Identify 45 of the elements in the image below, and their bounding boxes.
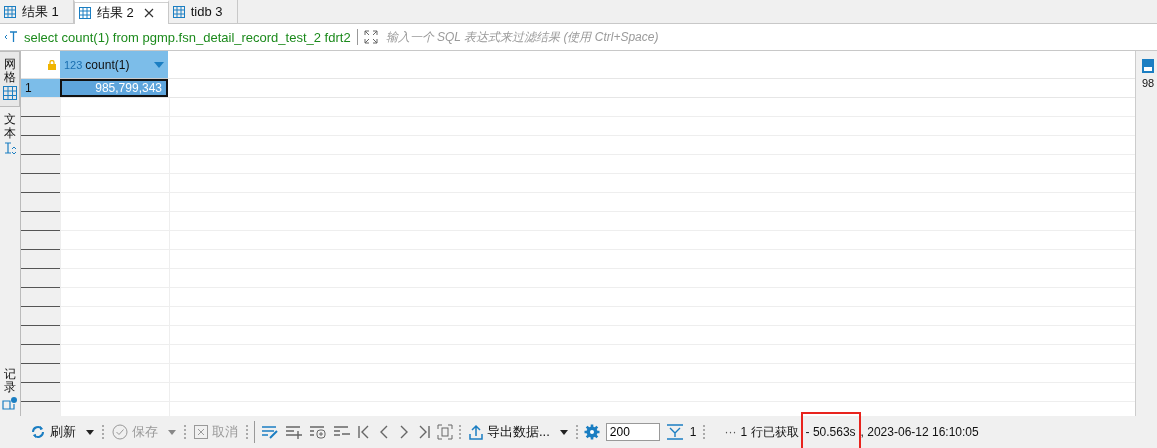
toolbar-button[interactable]: 刷新 (28, 423, 78, 441)
view-tab[interactable]: 文本 (0, 107, 19, 162)
more-text: ··· (724, 425, 737, 439)
cancel-icon (194, 425, 208, 439)
copy-row-icon[interactable] (309, 425, 327, 439)
column-header[interactable]: 123 count(1) (60, 51, 168, 79)
table-icon (172, 5, 185, 18)
fetch-icon[interactable] (665, 424, 684, 440)
check-circle-icon (112, 424, 128, 440)
settings-icon[interactable] (583, 424, 600, 440)
status-text: 1 行已获取 (740, 423, 799, 441)
last-icon[interactable] (417, 425, 431, 439)
fetch-size-field[interactable]: 200 (605, 423, 660, 441)
text-cursor-icon (4, 31, 18, 43)
export-button[interactable]: 导出数据... (467, 423, 552, 441)
text-icon (3, 141, 16, 156)
value-text: 98 (1142, 77, 1155, 89)
refresh-icon (30, 424, 46, 440)
dropdown-icon[interactable] (86, 429, 94, 435)
grid-icon (2, 86, 17, 101)
result-tab[interactable]: 结果 1 (0, 0, 74, 23)
fetch-count: 1 (689, 425, 697, 439)
expand-icon[interactable] (363, 30, 378, 44)
panel-icon[interactable] (1142, 59, 1154, 73)
result-tab[interactable]: 结果 2 (73, 0, 169, 24)
first-icon[interactable] (357, 425, 371, 439)
frame-icon[interactable] (437, 424, 453, 440)
record-tab[interactable]: 记录 (0, 361, 19, 416)
delete-row-icon[interactable] (333, 425, 351, 439)
status-text: , 2023-06-12 16:10:05 (860, 425, 979, 439)
row-number[interactable]: 1 (21, 79, 60, 97)
sql-query-text: select count(1) from pgmp.fsn_detail_record_test_2 fdrt2 (24, 29, 351, 45)
filter-field[interactable]: 输入一个 SQL 表达式来过滤结果 (使用 Ctrl+Space) (383, 29, 1157, 45)
table-icon (78, 7, 91, 19)
close-icon[interactable] (143, 8, 154, 18)
dropdown-icon[interactable] (559, 429, 568, 435)
view-tab[interactable]: 网格 (0, 51, 20, 108)
edit-icon[interactable] (261, 425, 279, 439)
lock-icon (48, 59, 56, 70)
result-tab[interactable]: tidb 3 (168, 0, 238, 23)
upload-icon (469, 424, 483, 440)
add-row-icon[interactable] (285, 425, 303, 439)
record-icon (1, 396, 18, 410)
table-icon (4, 5, 16, 18)
highlighted-status-text: - 50.563s (800, 412, 861, 448)
